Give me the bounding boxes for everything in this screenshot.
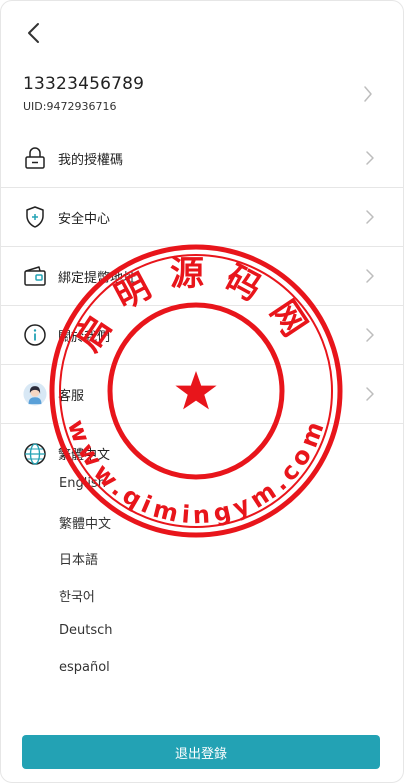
user-uid: UID:9472936716 [23, 100, 117, 113]
globe-icon [23, 442, 47, 466]
menu-item-about-us[interactable]: 關於我們 [1, 306, 403, 365]
menu-item-label: 綁定提幣地址 [58, 271, 137, 286]
language-option-spanish[interactable]: español [59, 660, 110, 675]
lock-icon [23, 146, 47, 170]
chevron-right-icon [366, 151, 374, 165]
language-option-german[interactable]: Deutsch [59, 623, 113, 638]
menu-item-auth-code[interactable]: 我的授權碼 [1, 129, 403, 188]
info-icon [23, 323, 47, 347]
menu-item-bind-address[interactable]: 綁定提幣地址 [1, 247, 403, 306]
logout-button[interactable]: 退出登錄 [22, 735, 380, 769]
menu-item-label: 我的授權碼 [58, 153, 124, 168]
menu-item-label: 安全中心 [58, 212, 111, 227]
back-button[interactable] [21, 19, 45, 47]
chevron-right-icon [364, 86, 372, 102]
menu-item-security-center[interactable]: 安全中心 [1, 188, 403, 247]
support-avatar-icon [23, 382, 47, 406]
language-option-korean[interactable]: 한국어 [59, 586, 95, 605]
language-option-japanese[interactable]: 日本語 [59, 549, 98, 568]
language-selector[interactable]: 繁體中文 [1, 433, 403, 473]
chevron-right-icon [366, 269, 374, 283]
chevron-right-icon [366, 387, 374, 401]
language-option-traditional-chinese[interactable]: 繁體中文 [59, 513, 111, 532]
wallet-icon [23, 264, 47, 288]
profile-row[interactable]: 13323456789 UID:9472936716 [1, 71, 403, 129]
chevron-right-icon [366, 328, 374, 342]
menu-item-label: 關於我們 [58, 330, 111, 345]
menu-item-customer-service[interactable]: 客服 [1, 365, 403, 424]
phone-number: 13323456789 [23, 74, 145, 94]
app-screen: 13323456789 UID:9472936716 我的授權碼 安全中心 綁定… [0, 0, 404, 783]
current-language: 繁體中文 [58, 448, 111, 463]
chevron-right-icon [366, 210, 374, 224]
menu-item-label: 客服 [58, 389, 85, 404]
shield-icon [23, 205, 47, 229]
language-option-english[interactable]: English [59, 476, 106, 491]
chevron-left-icon [28, 23, 39, 43]
